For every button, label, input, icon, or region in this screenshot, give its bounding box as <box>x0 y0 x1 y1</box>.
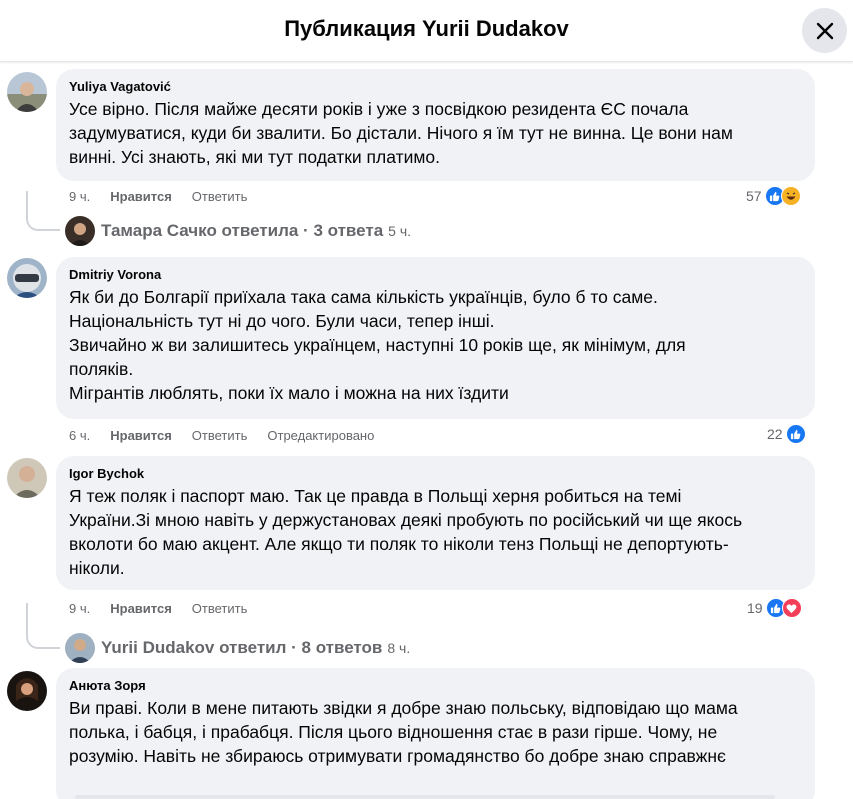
comments-feed[interactable]: Yuliya Vagatović Усе вірно. Після майже … <box>0 63 853 799</box>
reactions-count: 57 <box>746 188 762 204</box>
comment-actions: 9 ч. Нравится Ответить <box>69 601 247 616</box>
comment-time[interactable]: 6 ч. <box>69 428 90 443</box>
comment-text: Як би до Болгарії приїхала така сама кіл… <box>69 287 686 403</box>
comment-text: Ви праві. Коли в мене питають звідки я д… <box>69 698 738 766</box>
comment-bubble: Анюта Зоря Ви праві. Коли в мене питають… <box>56 668 815 799</box>
comment-author[interactable]: Анюта Зоря <box>69 677 801 694</box>
like-reaction-icon <box>785 424 806 444</box>
comment-text: Я теж поляк і паспорт маю. Так це правда… <box>69 486 743 578</box>
like-button[interactable]: Нравится <box>110 189 172 204</box>
dialog-title: Публикация Yurii Dudakov <box>284 16 569 41</box>
comment-actions: 9 ч. Нравится Ответить <box>69 189 247 204</box>
reactions-summary[interactable]: 22 <box>767 424 806 444</box>
haha-reaction-icon <box>780 186 801 206</box>
replies-time: 5 ч. <box>388 223 412 239</box>
dialog-header: Публикация Yurii Dudakov <box>0 0 853 62</box>
avatar[interactable] <box>7 458 47 498</box>
reply-author-avatar <box>65 633 95 663</box>
thread-connector <box>26 603 60 649</box>
comment-author[interactable]: Yuliya Vagatović <box>69 78 801 95</box>
comment-text: Усе вірно. Після майже десяти років і уж… <box>69 99 733 167</box>
thread-connector <box>26 191 60 231</box>
avatar[interactable] <box>7 258 47 298</box>
replies-summary: Тамара Сачко ответила · 3 ответа <box>101 221 384 240</box>
comment-author[interactable]: Igor Bychok <box>69 465 801 482</box>
comment-bubble: Dmitriy Vorona Як би до Болгарії приїхал… <box>56 257 815 419</box>
comment-author[interactable]: Dmitriy Vorona <box>69 266 801 283</box>
comment-bubble: Igor Bychok Я теж поляк і паспорт маю. Т… <box>56 456 815 590</box>
replies-time: 8 ч. <box>387 640 411 656</box>
reactions-summary[interactable]: 57 <box>746 186 801 206</box>
avatar[interactable] <box>7 72 47 112</box>
view-replies-link[interactable]: Тамара Сачко ответила · 3 ответа 5 ч. <box>65 216 411 246</box>
love-reaction-icon <box>781 598 802 618</box>
like-button[interactable]: Нравится <box>110 428 172 443</box>
reactions-count: 22 <box>767 426 783 442</box>
close-button[interactable] <box>802 8 847 53</box>
reactions-count: 19 <box>747 600 763 616</box>
avatar[interactable] <box>7 671 47 711</box>
comment-time[interactable]: 9 ч. <box>69 601 90 616</box>
reply-button[interactable]: Ответить <box>192 428 248 443</box>
comment-time[interactable]: 9 ч. <box>69 189 90 204</box>
reply-button[interactable]: Ответить <box>192 601 248 616</box>
comment-actions: 6 ч. Нравится Ответить Отредактировано <box>69 428 374 443</box>
close-icon <box>816 22 833 39</box>
edited-label[interactable]: Отредактировано <box>267 428 374 443</box>
reply-button[interactable]: Ответить <box>192 189 248 204</box>
reply-author-avatar <box>65 216 95 246</box>
comment-bubble: Yuliya Vagatović Усе вірно. Після майже … <box>56 69 815 181</box>
view-replies-link[interactable]: Yurii Dudakov ответил · 8 ответов 8 ч. <box>65 633 410 663</box>
like-button[interactable]: Нравится <box>110 601 172 616</box>
reactions-summary[interactable]: 19 <box>747 598 802 618</box>
comment-composer-edge <box>75 795 775 799</box>
replies-summary: Yurii Dudakov ответил · 8 ответов <box>101 638 383 657</box>
